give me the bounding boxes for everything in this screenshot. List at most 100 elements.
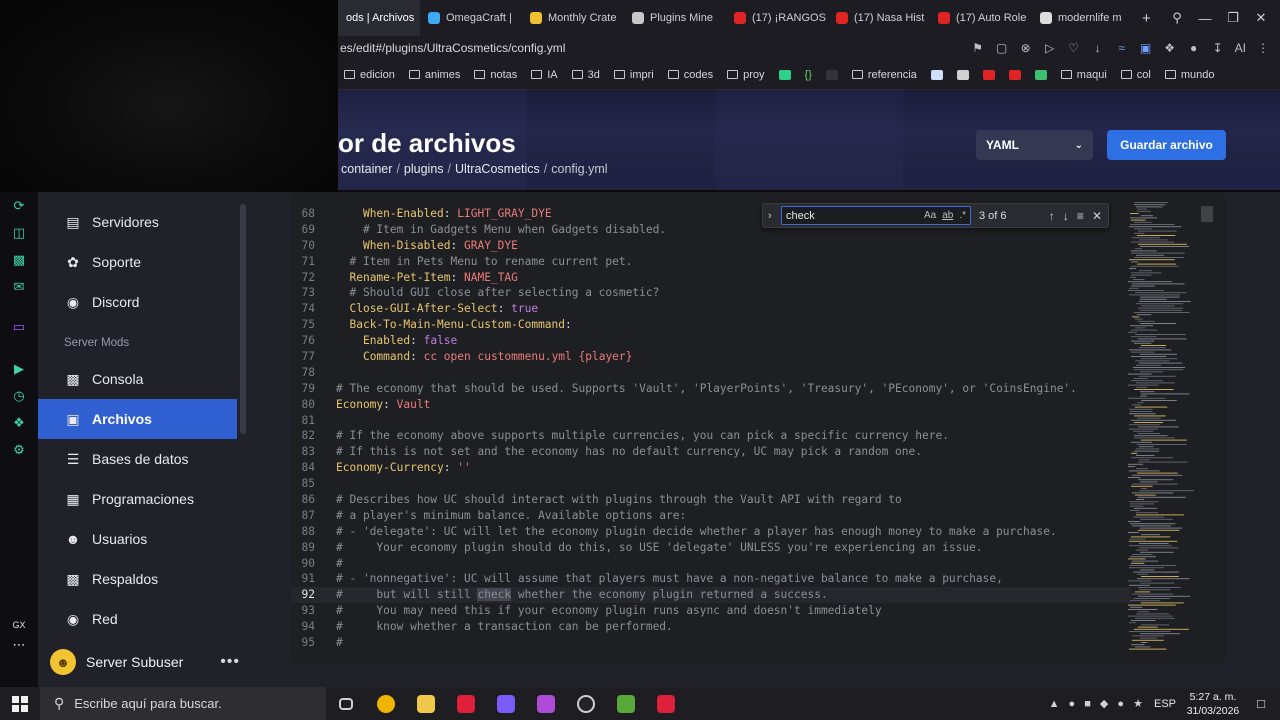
bookmark-item[interactable] xyxy=(1034,69,1047,80)
language-select[interactable]: YAML ⌄ xyxy=(976,130,1093,160)
match-word-toggle[interactable]: ab xyxy=(942,210,953,221)
pin-icon[interactable]: ⚑ xyxy=(971,41,985,55)
sidebar-item-respaldos[interactable]: ▩ Respaldos xyxy=(38,559,237,599)
code-editor[interactable]: 68 When-Enabled: LIGHT_GRAY_DYE 69 # Item… xyxy=(291,192,1226,664)
previous-match-icon[interactable]: ↑ xyxy=(1049,209,1055,223)
sidebar-item-programaciones[interactable]: ▦ Programaciones xyxy=(38,479,237,519)
notification-icon[interactable]: □ xyxy=(1250,696,1272,711)
next-match-icon[interactable]: ↓ xyxy=(1063,209,1069,223)
bookmark-item[interactable]: IA xyxy=(531,69,558,81)
chrome-taskbar-icon[interactable] xyxy=(366,687,406,720)
bookmark-item[interactable] xyxy=(982,69,995,80)
app-purple-taskbar-icon[interactable] xyxy=(526,687,566,720)
bookmark-item[interactable]: edicion xyxy=(344,69,395,81)
user-row[interactable]: ☻ Server Subuser ••• xyxy=(50,647,240,677)
bookmark-item[interactable]: col xyxy=(1120,69,1151,81)
code-line[interactable]: 70 When-Disabled: GRAY_DYE xyxy=(291,238,1131,254)
code-line[interactable]: 71 # Item in Pets Menu to rename current… xyxy=(291,254,1131,270)
breadcrumb-item-plugins[interactable]: plugins xyxy=(404,162,444,176)
speed-icon[interactable]: ⟳ xyxy=(11,198,27,214)
bookmark-item[interactable]: maqui xyxy=(1060,69,1107,81)
twitch-icon[interactable]: ▭ xyxy=(11,319,27,335)
wifi-icon[interactable]: ≈ xyxy=(1115,41,1129,55)
code-line[interactable]: 84 Economy-Currency: '' xyxy=(291,460,1131,476)
puzzle-icon[interactable]: ❖ xyxy=(11,415,27,431)
url-text[interactable]: es/edit#/plugins/UltraCosmetics/config.y… xyxy=(338,41,565,55)
code-line[interactable]: 73 # Should GUI close after selecting a … xyxy=(291,285,1131,301)
discord-taskbar-icon[interactable] xyxy=(486,687,526,720)
bookmark-item[interactable]: mundo xyxy=(1164,69,1214,81)
browser-tab[interactable]: Monthly Crate xyxy=(522,0,624,36)
code-line[interactable]: 94 # know whether a transaction can be pe… xyxy=(291,619,1131,635)
language-indicator[interactable]: ESP xyxy=(1154,698,1176,710)
settings-icon[interactable]: ⚙ xyxy=(11,442,27,458)
more-icon[interactable]: ⋯ xyxy=(11,637,27,653)
chevron-right-icon[interactable]: › xyxy=(768,210,772,222)
obs-taskbar-icon[interactable] xyxy=(566,687,606,720)
bookmark-item[interactable] xyxy=(930,69,943,80)
download-icon[interactable]: ↓ xyxy=(1091,41,1105,55)
editor-minimap[interactable] xyxy=(1126,200,1204,655)
bookmark-item[interactable]: proy xyxy=(727,69,765,81)
sidebar-item-red[interactable]: ◉ Red xyxy=(38,599,237,639)
find-in-selection-icon[interactable]: ≡ xyxy=(1077,209,1084,223)
find-query[interactable]: check xyxy=(786,210,815,222)
sidebar-item-soporte[interactable]: ✿ Soporte xyxy=(38,242,237,282)
code-line[interactable]: 72 Rename-Pet-Item: NAME_TAG xyxy=(291,270,1131,286)
code-line[interactable]: 88 # - 'delegate': UC will let the econom… xyxy=(291,524,1131,540)
tray-icons[interactable]: ▲ ● ■ ◆ ● ★ xyxy=(1049,697,1146,710)
breadcrumb-item-container[interactable]: container xyxy=(341,162,392,176)
code-line[interactable]: 78 xyxy=(291,365,1131,381)
ai-button[interactable]: AI xyxy=(1235,41,1246,55)
save-file-button[interactable]: Guardar archivo xyxy=(1107,130,1226,160)
code-line[interactable]: 87 # a player's minimum balance. Availabl… xyxy=(291,508,1131,524)
taskbar-search[interactable]: ⚲ Escribe aquí para buscar. xyxy=(40,687,326,720)
sidebar-scrollbar[interactable] xyxy=(240,204,246,434)
code-line[interactable]: 92 # but will still check whether the eco… xyxy=(291,587,1131,604)
regex-toggle[interactable]: .* xyxy=(959,210,966,221)
clock[interactable]: 5:27 a. m. 31/03/2026 xyxy=(1184,690,1242,718)
menu-icon[interactable]: ⋮ xyxy=(1256,41,1270,55)
browser-tab[interactable]: (17) Auto Role xyxy=(930,0,1032,36)
code-line[interactable]: 75 Back-To-Main-Menu-Custom-Command: xyxy=(291,317,1131,333)
bookmark-item[interactable]: {} xyxy=(805,69,812,81)
sidebar-item-discord[interactable]: ◉ Discord xyxy=(38,282,237,322)
file-explorer-taskbar-icon[interactable] xyxy=(406,687,446,720)
bookmark-item[interactable]: animes xyxy=(408,69,460,81)
breadcrumb-item-ultracosmetics[interactable]: UltraCosmetics xyxy=(455,162,540,176)
bookmark-item[interactable] xyxy=(956,69,969,80)
browser-tab[interactable]: Plugins Mine xyxy=(624,0,726,36)
history-icon[interactable]: ◷ xyxy=(11,388,27,404)
opera-gx-taskbar-icon[interactable] xyxy=(446,687,486,720)
screenshot-icon[interactable]: ▢ xyxy=(995,41,1009,55)
play-icon[interactable]: ▷ xyxy=(1043,41,1057,55)
bookmark-item[interactable] xyxy=(825,69,838,80)
gx-icon[interactable]: GX xyxy=(11,617,27,633)
bookmark-item[interactable]: 3d xyxy=(571,69,600,81)
bookmark-item[interactable] xyxy=(778,69,791,80)
player-icon[interactable]: ▶ xyxy=(11,361,27,377)
app-red-taskbar-icon[interactable] xyxy=(646,687,686,720)
block-icon[interactable]: ⊗ xyxy=(1019,41,1033,55)
code-line[interactable]: 74 Close-GUI-After-Select: true xyxy=(291,301,1131,317)
sidebar-item-consola[interactable]: ▩ Consola xyxy=(38,359,237,399)
code-line[interactable]: 82 # If the economy above supports multip… xyxy=(291,428,1131,444)
match-case-toggle[interactable]: Aa xyxy=(924,210,936,221)
translate-icon[interactable]: ▣ xyxy=(1139,41,1153,55)
close-icon[interactable]: ✕ xyxy=(1254,10,1268,26)
new-tab-button[interactable]: + xyxy=(1134,0,1159,36)
browser-tab[interactable]: modernlife m xyxy=(1032,0,1134,36)
save-page-icon[interactable]: ↧ xyxy=(1211,41,1225,55)
restore-icon[interactable]: ❐ xyxy=(1226,10,1240,26)
sidebar-item-archivos[interactable]: ▣ Archivos xyxy=(38,399,237,439)
code-line[interactable]: 81 xyxy=(291,413,1131,429)
search-icon[interactable]: ⚲ xyxy=(1170,10,1184,26)
code-lines[interactable]: 68 When-Enabled: LIGHT_GRAY_DYE 69 # Item… xyxy=(291,206,1131,651)
minimize-icon[interactable]: — xyxy=(1198,11,1212,26)
browser-tab[interactable]: (17) Nasa Hist xyxy=(828,0,930,36)
sidebar-item-usuarios[interactable]: ☻ Usuarios xyxy=(38,519,237,559)
user-menu-button[interactable]: ••• xyxy=(220,653,240,671)
code-line[interactable]: 80 Economy: Vault xyxy=(291,397,1131,413)
browser-tab[interactable]: OmegaCraft | xyxy=(420,0,522,36)
code-line[interactable]: 86 # Describes how UC should interact wit… xyxy=(291,492,1131,508)
